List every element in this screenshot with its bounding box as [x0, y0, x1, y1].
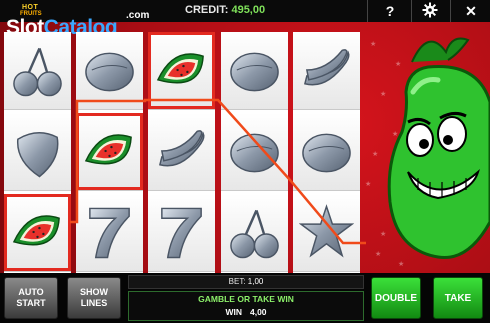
plum-icon	[85, 52, 134, 92]
reel-symbol-seven	[76, 194, 143, 272]
reel-symbol-banana	[148, 113, 215, 191]
question-mark-icon[interactable]: ?	[381, 2, 399, 20]
cherry-icon	[230, 209, 279, 259]
star-icon	[299, 204, 354, 258]
watermelon-icon	[156, 53, 204, 84]
logo-hot-text: HOT	[22, 4, 39, 11]
plum-icon	[230, 133, 279, 173]
reel-symbol-star	[293, 194, 360, 272]
cherry-icon	[13, 47, 62, 97]
bet-display: BET: 1,00	[128, 275, 364, 289]
gear-icon[interactable]	[421, 2, 439, 20]
divider	[367, 0, 368, 22]
reel-5	[293, 32, 360, 273]
message-box: GAMBLE OR TAKE WIN WIN 4,00	[128, 291, 364, 321]
reel-4	[221, 32, 288, 273]
reel-symbol-plum	[293, 113, 360, 191]
pear-mascot-icon	[387, 37, 490, 260]
auto-start-button[interactable]: AUTO START	[4, 277, 58, 319]
reel-symbol-plum	[221, 113, 288, 191]
reel-symbol-watermelon	[4, 194, 71, 272]
bet-value: 1,00	[247, 277, 264, 286]
reel-1	[4, 32, 71, 273]
win-display: WIN 4,00	[129, 307, 363, 317]
banana-icon	[304, 49, 350, 86]
watermelon-icon	[84, 134, 132, 165]
reel-2	[76, 32, 143, 273]
logo-com-text: .com	[126, 10, 150, 21]
double-button[interactable]: DOUBLE	[371, 277, 421, 319]
reel-symbol-plum	[221, 32, 288, 110]
reel-symbol-watermelon	[76, 113, 143, 191]
divider	[450, 0, 451, 22]
close-icon[interactable]: ✕	[462, 2, 480, 20]
reel-symbol-watermelon	[148, 32, 215, 110]
banana-icon	[159, 130, 205, 167]
reel-symbol-cherry	[221, 194, 288, 272]
divider	[411, 0, 412, 22]
show-lines-button[interactable]: SHOW LINES	[67, 277, 121, 319]
watermelon-icon	[12, 215, 60, 246]
reel-3	[148, 32, 215, 273]
strawberry-icon	[17, 132, 59, 178]
seven-icon	[89, 207, 130, 259]
reel-symbol-banana	[293, 32, 360, 110]
info-panel: BET: 1,00 GAMBLE OR TAKE WIN WIN 4,00	[128, 275, 364, 321]
reel-area	[0, 22, 366, 273]
reel-symbol-cherry	[4, 32, 71, 110]
plum-icon	[302, 133, 351, 173]
gamble-message: GAMBLE OR TAKE WIN	[198, 294, 294, 304]
seven-icon	[161, 207, 202, 259]
take-button[interactable]: TAKE	[433, 277, 483, 319]
win-label: WIN	[225, 307, 242, 317]
credit-value: 495,00	[231, 4, 266, 16]
bet-label: BET:	[228, 277, 246, 286]
credit-label: CREDIT:	[185, 4, 229, 16]
reel-symbol-seven	[148, 194, 215, 272]
control-bar: AUTO START SHOW LINES BET: 1,00 GAMBLE O…	[0, 273, 490, 323]
plum-icon	[230, 52, 279, 92]
reel-symbol-strawberry	[4, 113, 71, 191]
credit-display: CREDIT: 495,00	[185, 4, 265, 16]
win-value: 4,00	[249, 307, 267, 317]
reel-symbol-plum	[76, 32, 143, 110]
